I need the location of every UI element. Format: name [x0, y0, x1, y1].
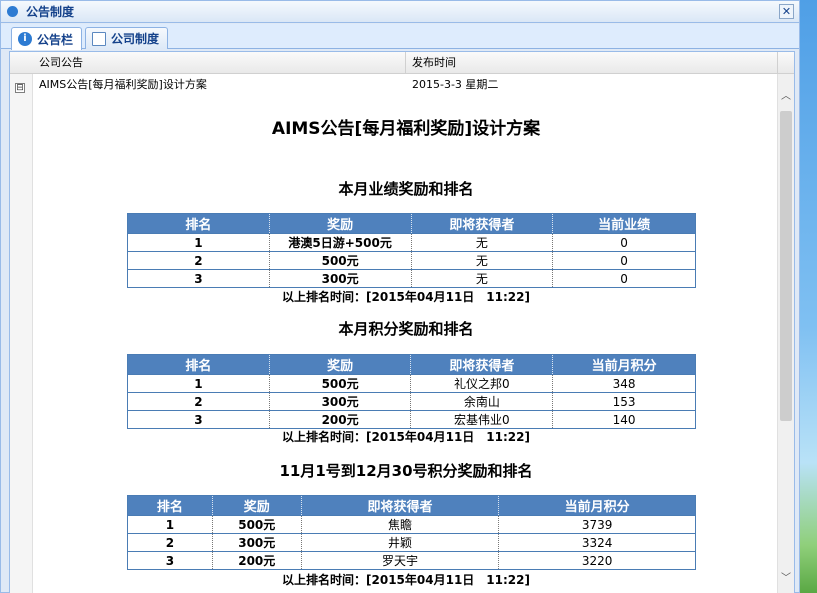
- tab-announcements-label: 公告栏: [37, 32, 74, 47]
- ranking-timestamp: 以上排名时间：[2015年04月11日 11:22]: [282, 290, 530, 304]
- winner-cell: 宏基伟业0: [410, 410, 554, 429]
- score-cell: 0: [552, 251, 696, 270]
- section-heading: 本月积分奖励和排名: [338, 320, 474, 338]
- reward-cell: 港澳5日游+500元: [269, 233, 412, 252]
- column-header-date[interactable]: 发布时间: [406, 52, 778, 74]
- winner-cell: 焦瞻: [301, 515, 500, 534]
- table-header-row: 排名 奖励 即将获得者 当前月积分: [127, 354, 696, 375]
- table-header-row: 排名 奖励 即将获得者 当前月积分: [127, 495, 696, 516]
- score-cell: 3324: [498, 533, 696, 552]
- table-row: 2 300元 余南山 153: [127, 392, 696, 411]
- reward-cell: 200元: [269, 410, 412, 429]
- scroll-down-icon[interactable]: ﹀: [778, 570, 794, 587]
- table-row: 3 200元 罗天宇 3220: [127, 551, 696, 570]
- tab-company-policy[interactable]: 公司制度: [85, 27, 169, 49]
- collapse-icon[interactable]: ⊟: [15, 83, 25, 93]
- table-row: 3 200元 宏基伟业0 140: [127, 410, 696, 429]
- window-title: 公告制度: [26, 5, 75, 19]
- reward-cell: 300元: [212, 533, 302, 552]
- announcement-row-date: 2015-3-3 星期二: [412, 78, 499, 91]
- row-gutter: ⊟: [10, 74, 33, 593]
- header-cell: 即将获得者: [411, 213, 554, 234]
- reward-cell: 200元: [212, 551, 302, 570]
- header-cell: 即将获得者: [410, 354, 554, 375]
- info-icon: i: [18, 32, 32, 46]
- article-title: AIMS公告[每月福利奖励]设计方案: [271, 119, 541, 139]
- section-heading: 11月1号到12月30号积分奖励和排名: [279, 462, 533, 480]
- document-icon: [92, 31, 106, 46]
- window-icon: [7, 6, 18, 17]
- header-cell: 即将获得者: [301, 495, 500, 516]
- winner-cell: 罗天宇: [301, 551, 500, 570]
- ranking-table: 排名 奖励 即将获得者 当前月积分 1 500元 礼仪之邦0 348 2 300…: [127, 354, 696, 429]
- rank-cell: 1: [127, 515, 213, 534]
- table-row: 2 500元 无 0: [127, 251, 696, 270]
- header-cell: 奖励: [212, 495, 302, 516]
- table-row: 1 500元 礼仪之邦0 348: [127, 374, 696, 393]
- score-cell: 3739: [498, 515, 696, 534]
- table-row: 2 300元 井颖 3324: [127, 533, 696, 552]
- winner-cell: 余南山: [410, 392, 554, 411]
- winner-cell: 无: [411, 251, 554, 270]
- header-cell: 排名: [127, 495, 213, 516]
- table-row: 1 500元 焦瞻 3739: [127, 515, 696, 534]
- header-cell: 当前业绩: [552, 213, 696, 234]
- rank-cell: 3: [127, 410, 270, 429]
- window-titlebar: 公告制度: [1, 1, 799, 23]
- reward-cell: 300元: [269, 269, 412, 288]
- ranking-table: 排名 奖励 即将获得者 当前业绩 1 港澳5日游+500元 无 0 2 500元…: [127, 213, 696, 288]
- ranking-timestamp: 以上排名时间：[2015年04月11日 11:22]: [282, 573, 530, 587]
- header-cell: 奖励: [269, 354, 412, 375]
- announcement-row-title[interactable]: AIMS公告[每月福利奖励]设计方案: [39, 74, 207, 96]
- table-header-row: 排名 奖励 即将获得者 当前业绩: [127, 213, 696, 234]
- reward-cell: 500元: [212, 515, 302, 534]
- rank-cell: 3: [127, 551, 213, 570]
- score-cell: 153: [552, 392, 696, 411]
- header-cell: 当前月积分: [552, 354, 696, 375]
- score-cell: 140: [552, 410, 696, 429]
- table-row: 3 300元 无 0: [127, 269, 696, 288]
- announcement-detail: AIMS公告[每月福利奖励]设计方案 本月业绩奖励和排名 排名 奖励 即将获得者…: [34, 96, 778, 593]
- header-cell: 奖励: [269, 213, 412, 234]
- rank-cell: 2: [127, 533, 213, 552]
- score-cell: 3220: [498, 551, 696, 570]
- scrollbar-thumb[interactable]: [780, 111, 792, 421]
- rank-cell: 2: [127, 392, 270, 411]
- winner-cell: 无: [411, 269, 554, 288]
- section-heading: 本月业绩奖励和排名: [338, 180, 474, 198]
- reward-cell: 500元: [269, 374, 412, 393]
- rank-cell: 1: [127, 374, 270, 393]
- header-cell: 排名: [127, 213, 270, 234]
- grid-header: 公司公告 发布时间: [10, 52, 794, 74]
- score-cell: 0: [552, 269, 696, 288]
- vertical-scrollbar[interactable]: ︿ ﹀: [777, 74, 794, 593]
- announcement-window: 公告制度 ✕ i 公告栏 公司制度 公司公告 发布时间 ⊟ AIMS公告[每月福…: [0, 0, 800, 593]
- close-button[interactable]: ✕: [779, 4, 794, 19]
- winner-cell: 礼仪之邦0: [410, 374, 554, 393]
- announcement-grid: 公司公告 发布时间 ⊟ AIMS公告[每月福利奖励]设计方案 2015-3-3 …: [9, 51, 795, 593]
- ranking-table: 排名 奖励 即将获得者 当前月积分 1 500元 焦瞻 3739 2 300元 …: [127, 495, 696, 570]
- tab-company-policy-label: 公司制度: [111, 32, 160, 46]
- tab-bar: i 公告栏 公司制度: [1, 24, 799, 50]
- winner-cell: 井颖: [301, 533, 500, 552]
- reward-cell: 300元: [269, 392, 412, 411]
- ranking-timestamp: 以上排名时间：[2015年04月11日 11:22]: [282, 430, 530, 444]
- header-cell: 排名: [127, 354, 270, 375]
- reward-cell: 500元: [269, 251, 412, 270]
- column-header-announcement[interactable]: 公司公告: [33, 52, 406, 74]
- rank-cell: 1: [127, 233, 270, 252]
- score-cell: 348: [552, 374, 696, 393]
- rank-cell: 2: [127, 251, 270, 270]
- tab-announcements[interactable]: i 公告栏: [11, 27, 83, 50]
- winner-cell: 无: [411, 233, 554, 252]
- scroll-up-icon[interactable]: ︿: [778, 88, 794, 105]
- table-row: 1 港澳5日游+500元 无 0: [127, 233, 696, 252]
- rank-cell: 3: [127, 269, 270, 288]
- score-cell: 0: [552, 233, 696, 252]
- header-cell: 当前月积分: [498, 495, 696, 516]
